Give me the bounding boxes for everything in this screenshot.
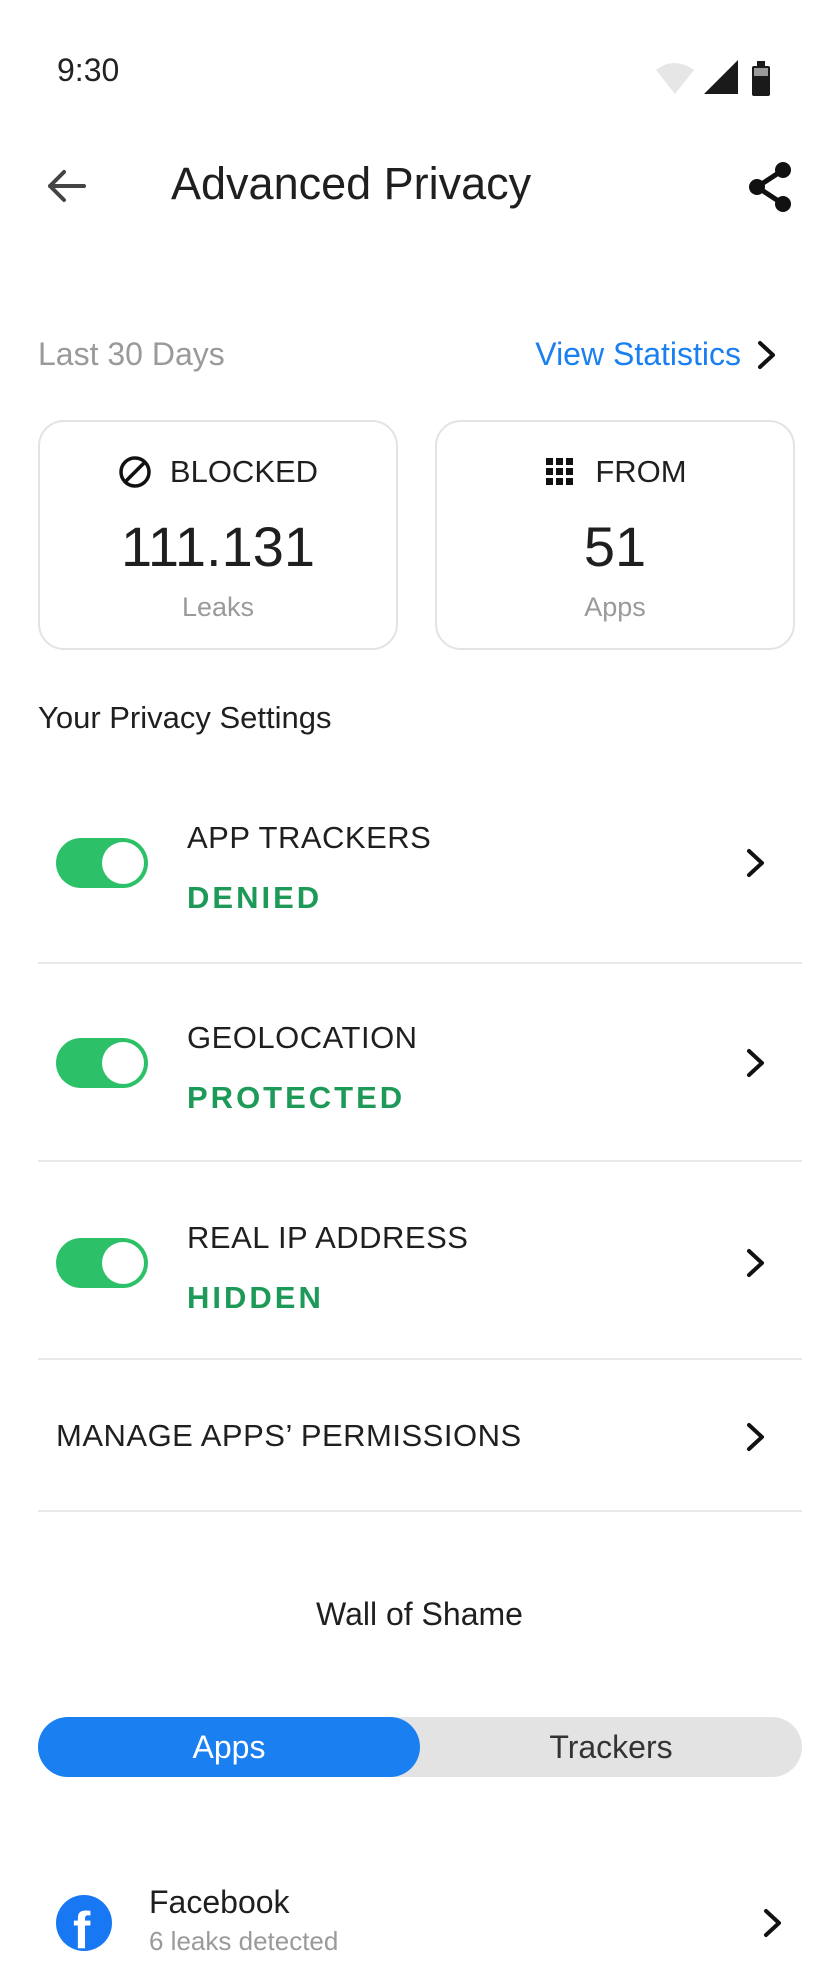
chevron-right-icon[interactable] — [740, 1246, 770, 1280]
blocked-heading: BLOCKED — [169, 454, 319, 489]
status-time: 9:30 — [57, 52, 120, 88]
app-trackers-toggle[interactable] — [56, 838, 148, 888]
tab-apps[interactable]: Apps — [38, 1717, 420, 1777]
setting-row-app-trackers[interactable]: APP TRACKERS DENIED — [38, 766, 802, 964]
status-icons — [656, 60, 770, 96]
from-card: FROM 51 Apps — [435, 420, 795, 650]
setting-status: HIDDEN — [187, 1280, 324, 1315]
tab-trackers[interactable]: Trackers — [420, 1717, 802, 1777]
signal-icon — [704, 60, 738, 94]
battery-icon — [752, 61, 770, 96]
wall-of-shame-title: Wall of Shame — [316, 1596, 523, 1632]
app-leaks-detail: 6 leaks detected — [149, 1926, 339, 1956]
share-icon[interactable] — [745, 160, 795, 214]
blocked-unit: Leaks — [181, 592, 255, 622]
setting-label: GEOLOCATION — [187, 1020, 418, 1055]
manage-permissions-row[interactable]: MANAGE APPS’ PERMISSIONS — [38, 1360, 802, 1512]
setting-row-real-ip[interactable]: REAL IP ADDRESS HIDDEN — [38, 1162, 802, 1360]
apps-grid-icon — [546, 458, 574, 485]
from-value: 51 — [583, 515, 647, 578]
facebook-icon: f — [56, 1895, 112, 1960]
wall-tabs: Apps Trackers — [38, 1717, 802, 1777]
blocked-card: BLOCKED 111.131 Leaks — [38, 420, 398, 650]
page-title: Advanced Privacy — [171, 158, 532, 209]
settings-title: Your Privacy Settings — [38, 700, 332, 735]
setting-status: DENIED — [187, 880, 323, 915]
wifi-icon — [656, 63, 694, 94]
period-label: Last 30 Days — [38, 336, 225, 372]
from-unit: Apps — [584, 592, 646, 622]
manage-permissions-label: MANAGE APPS’ PERMISSIONS — [56, 1418, 522, 1453]
setting-label: APP TRACKERS — [187, 820, 432, 855]
chevron-right-icon[interactable] — [740, 846, 770, 880]
back-arrow-icon[interactable] — [44, 164, 88, 208]
block-icon — [119, 456, 151, 488]
blocked-value: 111.131 — [120, 515, 316, 578]
chevron-right-icon[interactable] — [740, 1420, 770, 1454]
app-name[interactable]: Facebook — [149, 1884, 290, 1921]
from-heading: FROM — [595, 454, 687, 489]
real-ip-toggle[interactable] — [56, 1238, 148, 1288]
setting-label: REAL IP ADDRESS — [187, 1220, 469, 1255]
chevron-right-icon[interactable] — [757, 1906, 787, 1940]
setting-status: PROTECTED — [187, 1080, 406, 1115]
chevron-right-icon[interactable] — [740, 1046, 770, 1080]
geolocation-toggle[interactable] — [56, 1038, 148, 1088]
setting-row-geolocation[interactable]: GEOLOCATION PROTECTED — [38, 964, 802, 1162]
view-statistics-link[interactable]: View Statistics — [535, 336, 741, 373]
chevron-right-icon[interactable] — [749, 338, 783, 372]
